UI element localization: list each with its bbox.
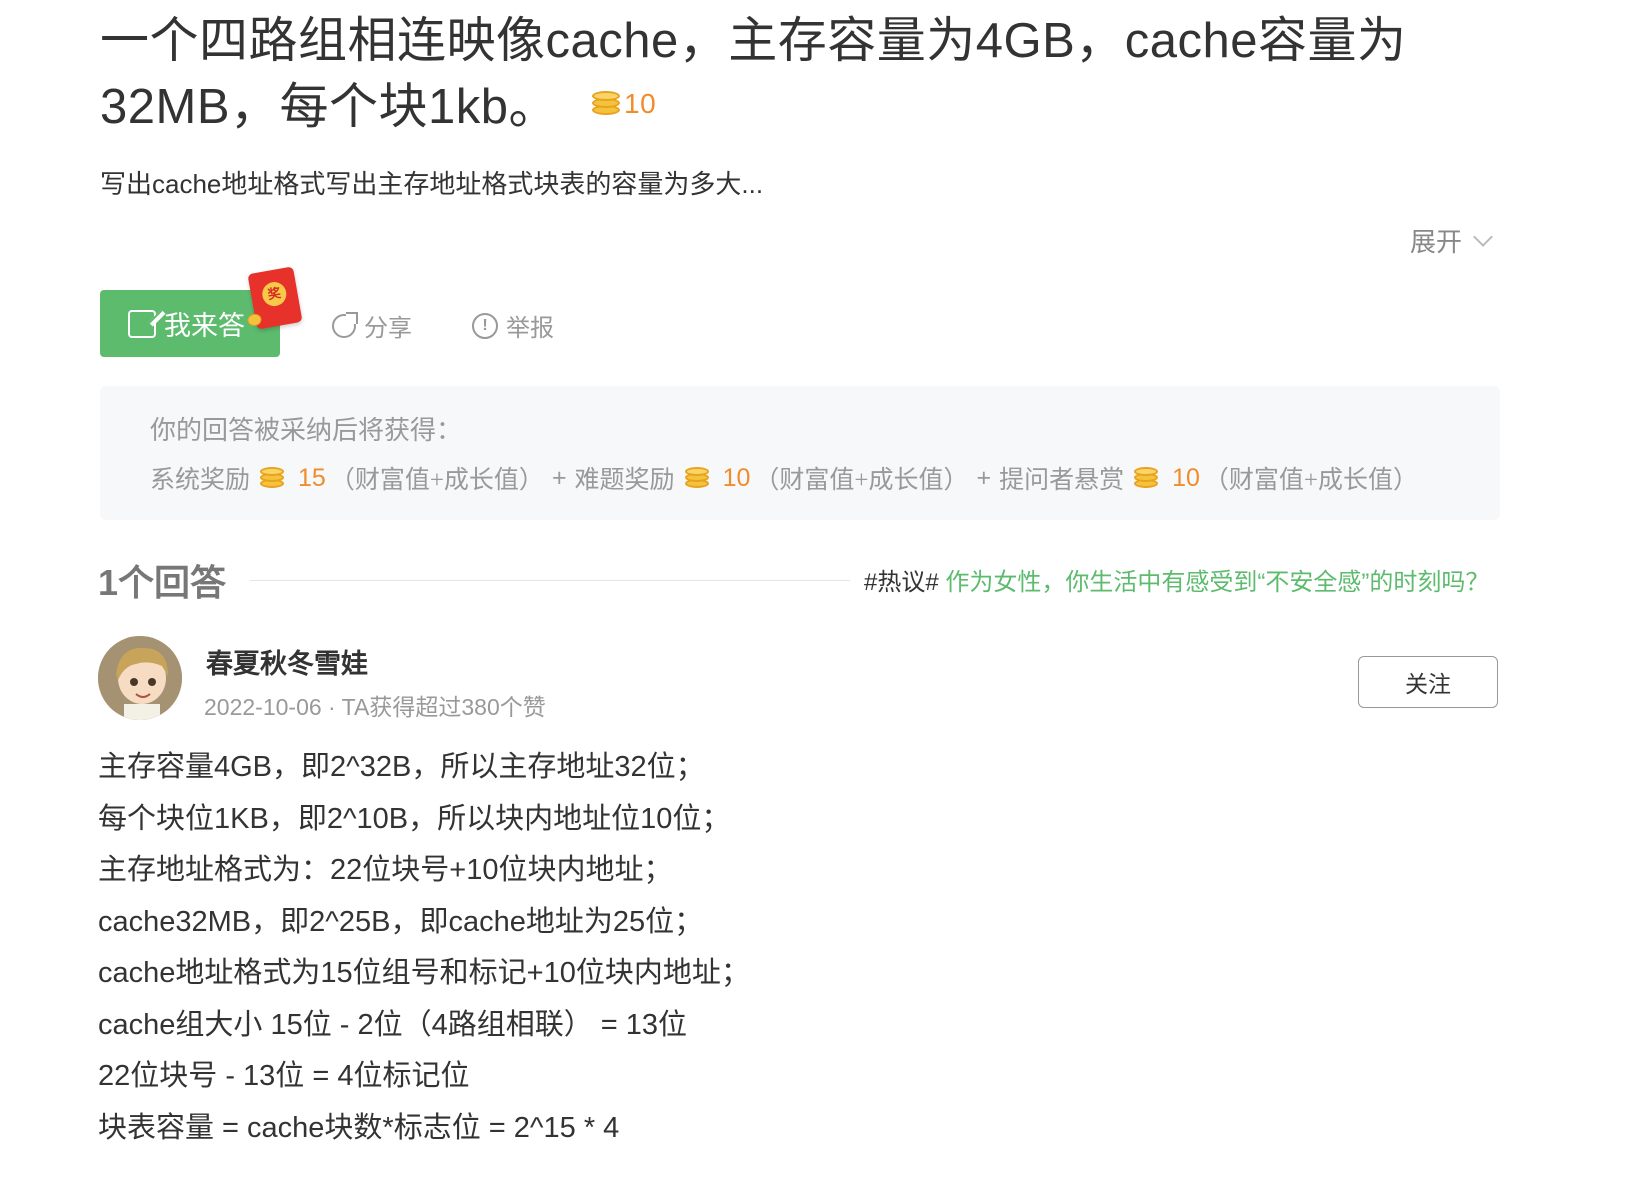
alert-icon: ! — [472, 312, 498, 339]
reward-line: 系统奖励 15 （财富值+成长值） + 难题奖励 10 （财富值+成长值） + … — [150, 460, 1450, 496]
coin-icon — [684, 467, 709, 489]
reward-suffix: （财富值+成长值） — [1203, 467, 1419, 494]
answer-line: 每个块位1KB，即2^10B，所以块内地址位10位； — [98, 802, 731, 835]
answer-line: cache组大小 15位 - 2位（4路组相联） = 13位 — [98, 1008, 688, 1041]
username[interactable]: 春夏秋冬雪娃 — [206, 642, 368, 681]
reward-label: 提问者悬赏 — [999, 467, 1125, 494]
reward-value: 10 — [722, 463, 751, 492]
share-icon — [332, 311, 358, 338]
reward-plus: + — [976, 463, 992, 492]
reward-box: 你的回答被采纳后将获得： 系统奖励 15 （财富值+成长值） + 难题奖励 10… — [100, 386, 1500, 520]
answer-line: cache32MB，即2^25B，即cache地址为25位； — [98, 905, 704, 938]
edit-icon — [128, 309, 156, 338]
reward-suffix: （财富值+成长值） — [754, 467, 969, 494]
expand-button[interactable]: 展开 — [1410, 222, 1493, 259]
bounty-badge: 10 — [592, 71, 656, 137]
reward-value: 10 — [1172, 463, 1200, 492]
answer-body: 主存容量4GB，即2^32B，所以主存地址32位； 每个块位1KB，即2^10B… — [98, 742, 998, 1154]
reward-label: 难题奖励 — [574, 467, 675, 494]
question-title: 一个四路组相连映像cache，主存容量为4GB，cache容量为32MB，每个块… — [100, 8, 1520, 143]
bounty-amount: 10 — [624, 88, 657, 120]
share-label: 分享 — [364, 315, 412, 342]
reward-title: 你的回答被采纳后将获得： — [150, 416, 463, 445]
user-meta: 2022-10-06 · TA获得超过380个赞 — [204, 694, 546, 720]
answers-count: 1个回答 — [98, 562, 227, 603]
question-page: 一个四路组相连映像cache，主存容量为4GB，cache容量为32MB，每个块… — [0, 0, 1632, 1178]
answer-line: 主存容量4GB，即2^32B，所以主存地址32位； — [98, 751, 705, 783]
question-title-text: 一个四路组相连映像cache，主存容量为4GB，cache容量为32MB，每个块… — [100, 14, 1407, 134]
expand-label: 展开 — [1410, 227, 1463, 257]
avatar[interactable] — [98, 636, 182, 720]
reward-plus: + — [551, 463, 567, 492]
follow-button[interactable]: 关注 — [1358, 656, 1498, 708]
share-button[interactable]: 分享 — [332, 308, 412, 343]
answer-line: 块表容量 = cache块数*标志位 = 2^15 * 4 — [98, 1111, 620, 1144]
hot-topic-link[interactable]: #热议# 作为女性，你生活中有感受到“不安全感”的时刻吗？ — [864, 562, 1489, 597]
answer-button-label: 我来答 — [164, 311, 245, 341]
reward-suffix: （财富值+成长值） — [329, 467, 544, 494]
reward-value: 15 — [298, 463, 326, 492]
report-button[interactable]: ! 举报 — [472, 308, 554, 343]
chevron-down-icon — [1473, 226, 1493, 247]
reward-label: 系统奖励 — [150, 467, 251, 494]
coin-icon — [1134, 467, 1159, 489]
coin-icon — [260, 467, 285, 489]
hot-topic-tag: #热议# — [864, 569, 939, 596]
hot-topic-text: 作为女性，你生活中有感受到“不安全感”的时刻吗？ — [945, 569, 1490, 596]
section-divider — [250, 580, 850, 581]
coin-icon — [592, 91, 621, 117]
redpack-seal: 奖 — [260, 280, 289, 308]
avatar-illustration — [98, 636, 182, 720]
answer-line: 主存地址格式为：22位块号+10位块内地址； — [98, 854, 673, 886]
question-summary: 写出cache地址格式写出主存地址格式块表的容量为多大... — [100, 169, 764, 199]
report-label: 举报 — [506, 315, 554, 342]
answer-line: cache地址格式为15位组号和标记+10位块内地址； — [98, 957, 750, 989]
red-envelope-icon: 奖 — [246, 266, 303, 330]
answer-line: 22位块号 - 13位 = 4位标记位 — [98, 1060, 470, 1092]
